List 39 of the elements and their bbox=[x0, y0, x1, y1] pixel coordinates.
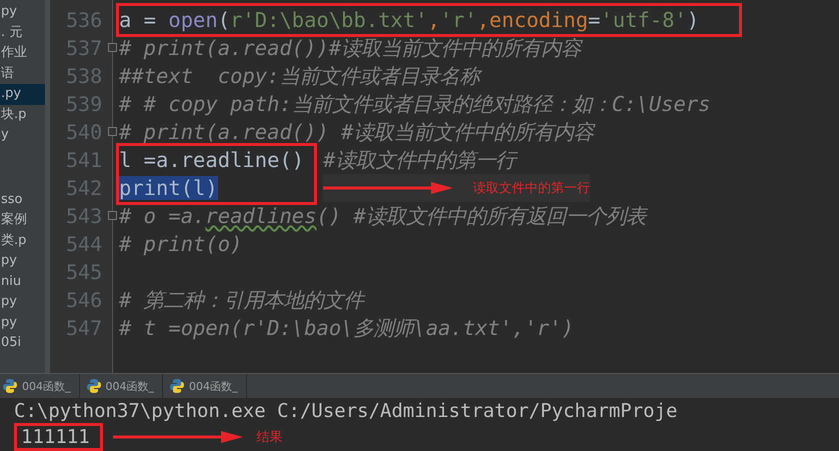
python-icon bbox=[169, 378, 185, 394]
code-line: l =a.readline() bbox=[119, 147, 304, 174]
code-line: # print(o) bbox=[119, 231, 244, 258]
code-line: # print(a.read()) #读取当前文件中的所有内容 bbox=[119, 119, 596, 146]
file-item[interactable]: sso bbox=[0, 190, 45, 210]
annotation-label: 读取文件中的第一行 bbox=[473, 180, 590, 197]
python-icon bbox=[2, 378, 18, 394]
code-line: # t =open(r'D:\bao\多测师\aa.txt','r') bbox=[119, 315, 575, 342]
file-item[interactable]: y bbox=[0, 125, 45, 146]
file-item[interactable]: py bbox=[0, 251, 45, 272]
code-line: # print(a.read())#读取当前文件中的所有内容 bbox=[119, 35, 584, 62]
code-line: ##text copy:当前文件或者目录名称 bbox=[119, 62, 839, 90]
run-tab[interactable]: 004函数_ bbox=[84, 374, 163, 398]
code-line: # o =a.readlines() #读取文件中的所有返回一个列表 bbox=[119, 203, 649, 230]
file-item[interactable]: py bbox=[0, 292, 45, 312]
console-output: C:\python37\python.exe C:/Users/Administrator/PycharmProje bbox=[14, 399, 678, 424]
file-item[interactable]: py bbox=[0, 312, 45, 333]
console-output: 111111 bbox=[14, 423, 103, 451]
python-icon bbox=[86, 378, 102, 394]
run-tab[interactable]: 004函数_ bbox=[0, 374, 80, 398]
fold-icon[interactable] bbox=[108, 211, 117, 220]
file-item[interactable]: 语 bbox=[0, 64, 45, 84]
file-item[interactable]: py bbox=[0, 2, 45, 22]
fold-icon[interactable] bbox=[108, 43, 117, 52]
file-item[interactable]: 作业 bbox=[0, 43, 45, 64]
fold-icon[interactable] bbox=[108, 127, 117, 136]
code-line: # 第二种：引用本地的文件 bbox=[119, 287, 366, 314]
file-item[interactable]: 类.p bbox=[0, 230, 45, 251]
file-item[interactable]: 05i bbox=[0, 333, 45, 354]
file-item[interactable]: niu bbox=[0, 272, 45, 292]
run-tab[interactable]: 004函数_ bbox=[167, 374, 246, 398]
annotation-label: 结果 bbox=[256, 429, 283, 446]
file-item[interactable]: . 元 bbox=[0, 22, 45, 43]
code-line: # # copy path:当前文件或者目录的绝对路径：如：C:\Users bbox=[119, 91, 712, 118]
file-item[interactable]: 案例 bbox=[0, 210, 45, 230]
code-line: a = open(r'D:\bao\bb.txt','r',encoding='utf-8') bbox=[119, 7, 700, 34]
code-comment: #读取文件中的第一行 bbox=[323, 146, 516, 174]
file-item[interactable]: 块.p bbox=[0, 104, 45, 125]
file-item[interactable]: .py bbox=[0, 84, 45, 104]
